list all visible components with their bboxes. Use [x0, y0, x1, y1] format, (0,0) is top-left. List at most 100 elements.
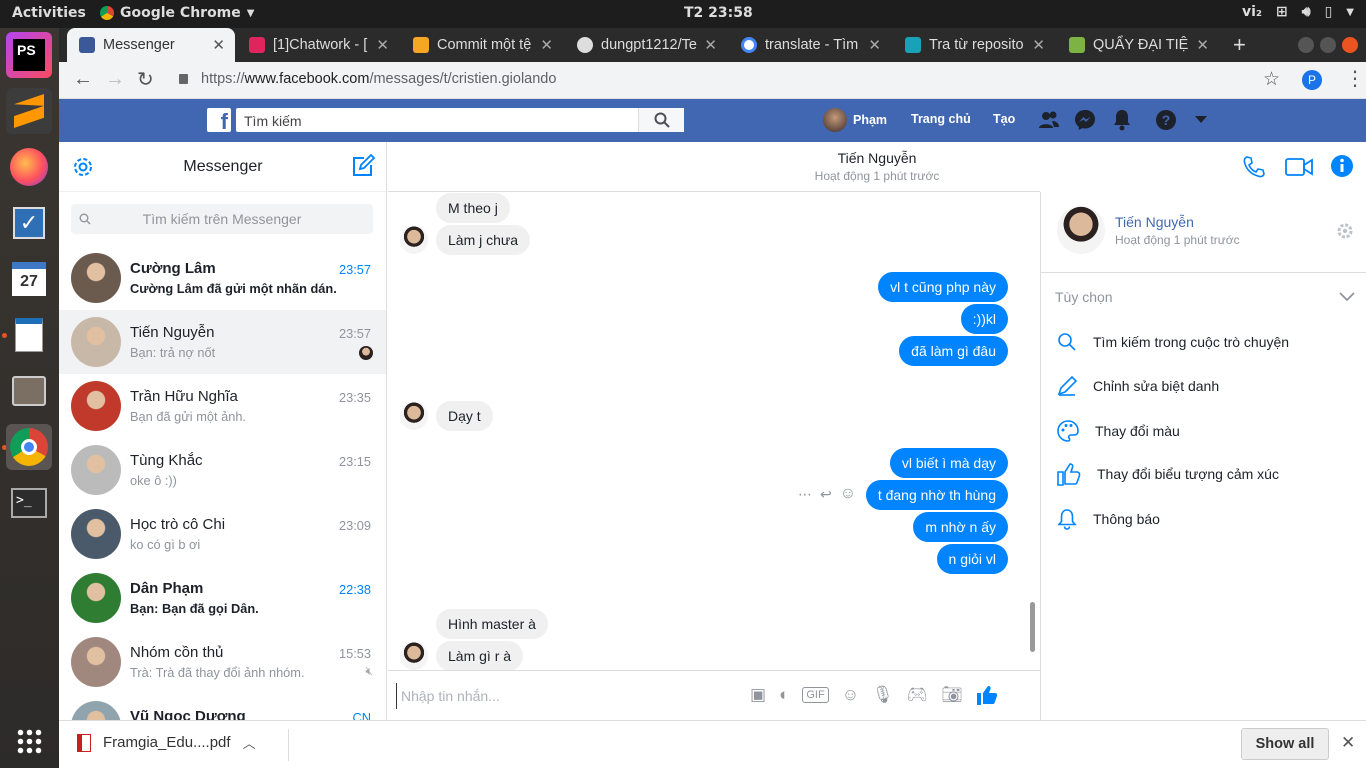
back-icon[interactable]: ←: [73, 68, 93, 91]
incoming-message-bubble[interactable]: M theo j: [436, 193, 510, 223]
profile-avatar[interactable]: P: [1302, 70, 1322, 90]
new-tab-button[interactable]: +: [1233, 32, 1246, 58]
address-field[interactable]: https://www.facebook.com/messages/t/cris…: [201, 71, 556, 87]
user-profile-link[interactable]: Phạm: [823, 108, 887, 132]
chrome-menu-icon[interactable]: ⋮: [1345, 66, 1365, 91]
close-download-shelf-icon[interactable]: ✕: [1341, 733, 1355, 753]
messenger-search-input[interactable]: Tìm kiếm trên Messenger: [71, 204, 373, 234]
show-applications-button[interactable]: [6, 718, 52, 764]
outgoing-message-bubble[interactable]: vl t cũng php này: [878, 272, 1008, 302]
sender-avatar[interactable]: [400, 226, 428, 254]
sender-avatar[interactable]: [400, 642, 428, 670]
like-thumb-icon[interactable]: [976, 684, 998, 706]
messenger-icon[interactable]: [1074, 109, 1096, 131]
incoming-message-bubble[interactable]: Làm gì r à: [436, 641, 524, 670]
close-tab-icon[interactable]: ✕: [376, 36, 389, 54]
outgoing-message-bubble[interactable]: vl biết ì mà dạy: [889, 448, 1008, 478]
game-controller-icon[interactable]: 🎮︎: [907, 685, 929, 705]
new-message-compose-icon[interactable]: [351, 154, 375, 178]
option-change-color[interactable]: Thay đổi màu: [1057, 420, 1180, 442]
incoming-message-bubble[interactable]: Hình master à: [436, 609, 548, 639]
clock[interactable]: T2 23:58: [684, 5, 753, 21]
close-tab-icon[interactable]: ✕: [868, 36, 881, 54]
help-icon[interactable]: ?: [1155, 109, 1177, 131]
conversation-item[interactable]: Dân Phạm Bạn: Bạn đã gọi Dân. 22:38: [59, 566, 386, 630]
tab-messenger[interactable]: Messenger ✕: [67, 28, 235, 62]
app-menu[interactable]: Google Chrome ▼: [100, 5, 254, 21]
outgoing-message-bubble[interactable]: t đang nhờ th hùng: [865, 480, 1008, 510]
sticker-icon[interactable]: ◐: [779, 685, 789, 705]
sender-avatar[interactable]: [400, 402, 428, 430]
minimize-window-icon[interactable]: [1298, 37, 1314, 53]
terminal-launcher[interactable]: >_: [6, 480, 52, 526]
chat-contact-name[interactable]: Tiến Nguyễn: [388, 150, 1366, 166]
close-window-icon[interactable]: [1342, 37, 1358, 53]
tab-chatwork[interactable]: [1]Chatwork - [ ✕: [237, 28, 399, 62]
download-item[interactable]: Framgia_Edu....pdf ︿: [77, 733, 256, 752]
notifications-bell-icon[interactable]: [1112, 109, 1132, 131]
outgoing-message-bubble[interactable]: :))kl: [960, 304, 1008, 334]
thread-scrollbar[interactable]: [1030, 602, 1035, 652]
option-search-in-conversation[interactable]: Tìm kiếm trong cuộc trò chuyện: [1057, 332, 1289, 352]
conversation-item[interactable]: Cường Lâm Cường Lâm đã gửi một nhãn dán. 2…: [59, 246, 386, 310]
message-thread[interactable]: M theo j Làm j chưa vl t cũng php này:))kl…: [388, 193, 1040, 670]
tab-quay-dai-tiec[interactable]: QUẨY ĐẠI TIỆ ✕: [1057, 28, 1219, 62]
conversation-item[interactable]: Tiến Nguyễn Bạn: trả nợ nốt 23:57: [59, 310, 386, 374]
react-emoji-icon[interactable]: ☺: [840, 485, 856, 503]
gif-icon[interactable]: GIF: [802, 687, 829, 703]
option-notifications[interactable]: Thông báo: [1057, 508, 1160, 530]
system-tray[interactable]: vi₂ ⊞ 🔊︎ ▯ ▼: [1242, 4, 1354, 20]
details-avatar[interactable]: [1057, 206, 1105, 254]
tab-github[interactable]: dungpt1212/Te ✕: [565, 28, 727, 62]
emoji-icon[interactable]: ☺: [842, 685, 859, 705]
tab-tra-tu[interactable]: Tra từ reposito ✕: [893, 28, 1055, 62]
options-section-header[interactable]: Tùy chọn: [1055, 289, 1355, 305]
conversation-info-icon[interactable]: [1330, 154, 1354, 178]
bookmark-star-icon[interactable]: ☆: [1263, 68, 1280, 91]
close-tab-icon[interactable]: ✕: [704, 36, 717, 54]
conversation-item[interactable]: Tùng Khắc oke ô :)) 23:15: [59, 438, 386, 502]
activities-button[interactable]: Activities: [12, 5, 86, 21]
reply-icon[interactable]: ↩: [820, 486, 832, 503]
details-settings-gear-icon[interactable]: [1336, 222, 1354, 240]
nav-home[interactable]: Trang chủ: [911, 112, 971, 126]
show-all-downloads-button[interactable]: Show all: [1241, 728, 1329, 760]
tab-commit[interactable]: Commit một tệ ✕: [401, 28, 563, 62]
outgoing-message-bubble[interactable]: n giỏi vl: [936, 544, 1008, 574]
camera-icon[interactable]: 📷︎: [941, 685, 963, 705]
incoming-message-bubble[interactable]: Làm j chưa: [436, 225, 531, 255]
message-input[interactable]: Nhập tin nhắn...: [396, 683, 746, 709]
option-change-emoji[interactable]: Thay đổi biểu tượng cảm xúc: [1057, 462, 1279, 486]
outgoing-message-bubble[interactable]: đã làm gì đâu: [899, 336, 1008, 366]
outgoing-message-bubble[interactable]: m nhờ n ấy: [913, 512, 1008, 542]
conversation-item[interactable]: Nhóm cồn thủ Trà: Trà đã thay đổi ảnh nhó…: [59, 630, 386, 694]
close-tab-icon[interactable]: ✕: [540, 36, 553, 54]
conversation-item[interactable]: Học trò cô Chi ko có gì b ơi 23:09: [59, 502, 386, 566]
image-attach-icon[interactable]: ▣: [750, 685, 766, 705]
facebook-logo-icon[interactable]: f: [207, 108, 231, 132]
details-contact-name[interactable]: Tiến Nguyễn: [1115, 214, 1194, 230]
close-tab-icon[interactable]: ✕: [1032, 36, 1045, 54]
forward-icon[interactable]: →: [105, 68, 125, 91]
reload-icon[interactable]: ↻: [137, 67, 154, 92]
close-tab-icon[interactable]: ✕: [212, 36, 225, 54]
more-options-icon[interactable]: ⋯: [798, 486, 812, 503]
nav-create[interactable]: Tạo: [993, 112, 1015, 126]
phpstorm-launcher[interactable]: PS: [6, 32, 52, 78]
input-language[interactable]: vi₂: [1242, 4, 1262, 20]
conversation-item[interactable]: Vũ Ngọc Dương CN: [59, 694, 386, 720]
writer-launcher[interactable]: [6, 312, 52, 358]
close-tab-icon[interactable]: ✕: [1196, 36, 1209, 54]
tab-translate[interactable]: translate - Tìm ✕: [729, 28, 891, 62]
chrome-launcher[interactable]: [6, 424, 52, 470]
files-launcher[interactable]: [6, 368, 52, 414]
voice-call-icon[interactable]: [1242, 155, 1266, 179]
conversation-item[interactable]: Trần Hữu Nghĩa Bạn đã gửi một ảnh. 23:35: [59, 374, 386, 438]
search-button[interactable]: [638, 108, 684, 132]
account-menu-caret-icon[interactable]: [1195, 116, 1207, 124]
option-edit-nickname[interactable]: Chỉnh sửa biệt danh: [1057, 376, 1219, 396]
friend-requests-icon[interactable]: [1038, 110, 1060, 130]
facebook-search-input[interactable]: Tìm kiếm: [236, 108, 684, 132]
calendar-launcher[interactable]: 27: [6, 256, 52, 302]
microphone-icon[interactable]: 🎙︎: [872, 685, 894, 705]
